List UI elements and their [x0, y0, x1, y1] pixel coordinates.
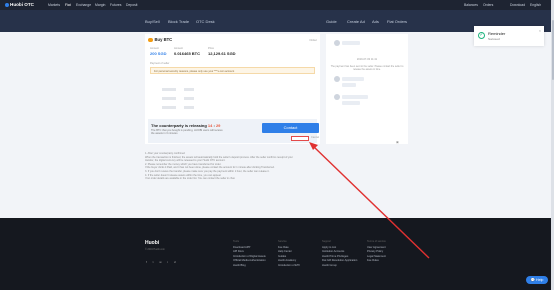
avatar	[334, 76, 340, 82]
blurred-value	[184, 88, 194, 91]
scrollbar-thumb[interactable]	[551, 20, 554, 80]
footer-logo: Huobi	[145, 240, 160, 246]
toast-message: Succeed	[488, 37, 500, 41]
subnav-otc-desk[interactable]: OTC Desk	[196, 19, 215, 24]
footer-copyright: © 2019 Huobi.com	[145, 248, 165, 251]
release-title-text: The counterparty is releasing	[151, 123, 207, 128]
footer-heading: Service	[278, 240, 287, 243]
footer-link[interactable]: Huobi Blog	[233, 264, 266, 269]
nav-margin[interactable]: Margin	[95, 3, 105, 7]
footer-col-support: Support Apply to List Institution Accoun…	[322, 240, 357, 268]
avatar	[334, 40, 340, 46]
avatar	[334, 94, 340, 100]
security-notice: For personal security reasons, please on…	[150, 67, 315, 74]
nav-deposit[interactable]: Deposit	[126, 3, 138, 7]
chat-bubble	[342, 95, 368, 99]
chat-bubble	[342, 77, 364, 81]
blurred-value	[162, 97, 176, 100]
huobi-logo[interactable]: Huobi OTC	[5, 2, 34, 7]
blurred-value	[184, 97, 194, 100]
appeal-button-highlight[interactable]	[291, 136, 309, 141]
footer-link[interactable]: Introduction of ETF	[278, 264, 300, 269]
blurred-value	[184, 106, 194, 109]
order-title: Buy BTC	[148, 37, 173, 43]
stat-total: Amount 200 SGD	[150, 47, 166, 56]
payment-row-bank	[150, 88, 194, 91]
btc-coin-icon	[148, 37, 153, 43]
footer-col-service: Service Fee Rate Help Center Guides Huob…	[278, 240, 300, 268]
sub-nav: Buy/Sell Block Trade OTC Desk Guide Crea…	[0, 10, 554, 32]
subnav-ads[interactable]: Ads	[372, 19, 379, 24]
order-title-text: Buy BTC	[154, 37, 173, 42]
footer-link[interactable]: Privacy Policy	[367, 250, 386, 255]
order-card: Buy BTC Order Amount 200 SGD Amount 0.0164…	[145, 34, 320, 144]
close-icon[interactable]: ×	[539, 29, 541, 33]
stat-value: 200 SGD	[150, 51, 167, 56]
subnav-create-ad[interactable]: Create Ad	[347, 19, 365, 24]
countdown-seconds: 29	[215, 123, 221, 128]
chat-panel: 2019-07-03 11:41 The payment has been se…	[326, 34, 408, 144]
chat-bubble	[342, 83, 356, 87]
payment-label: Payment of seller	[150, 62, 170, 65]
reminder-toast: ✓ Reminder Succeed ×	[474, 26, 544, 46]
chat-input[interactable]	[330, 140, 392, 143]
subnav-buy-sell[interactable]: Buy/Sell	[145, 19, 160, 24]
nav-fiat[interactable]: Fiat	[65, 3, 71, 7]
social-icons[interactable]: f t w i d	[146, 260, 178, 264]
stat-price: Price 12,129.61 SGD	[208, 47, 236, 56]
logo-text: Huobi OTC	[10, 2, 34, 7]
check-icon: ✓	[478, 32, 485, 39]
countdown-minutes: 14	[207, 123, 213, 128]
subnav-guide[interactable]: Guide	[326, 19, 337, 24]
footer: Huobi © 2019 Huobi.com f t w i d Tools D…	[0, 218, 554, 290]
footer-link[interactable]: Fee Rules	[367, 259, 386, 264]
nav-exchange[interactable]: Exchange	[76, 3, 91, 7]
stat-amount: Amount 0.016465 BTC	[174, 47, 200, 56]
nav-balances[interactable]: Balances	[464, 3, 478, 7]
stat-label: Price	[208, 47, 214, 50]
footer-col-tools: Tools Download APP API Docs Introduction…	[233, 240, 266, 268]
blurred-value	[162, 106, 176, 109]
payment-row-wechat	[150, 106, 194, 109]
chat-bubble	[342, 41, 360, 45]
payment-row-alipay	[150, 97, 194, 100]
chat-system-note: The payment has been sent to the seller.…	[330, 65, 404, 71]
nav-language[interactable]: English	[530, 3, 541, 7]
help-button[interactable]: 💬 Help	[526, 276, 548, 284]
order-number-label: Order	[309, 38, 317, 42]
nav-orders[interactable]: Orders	[483, 3, 493, 7]
chat-bubble	[342, 101, 360, 105]
footer-heading: Terms of service	[367, 240, 386, 243]
release-title: The counterparty is releasing 14 : 29	[151, 123, 221, 128]
footer-heading: Support	[322, 240, 332, 243]
top-nav: Huobi OTC Markets Fiat Exchange Margin F…	[0, 0, 554, 10]
footer-col-terms: Terms of service User Agreement Privacy …	[367, 240, 386, 264]
nav-markets[interactable]: Markets	[48, 3, 60, 7]
cancel-link[interactable]: Cancel	[311, 136, 319, 139]
image-upload-icon[interactable]: ▣	[396, 140, 399, 144]
stat-value: 12,129.61 SGD	[208, 51, 236, 56]
help-label: Help	[536, 278, 544, 282]
release-panel: The counterparty is releasing 14 : 29 Th…	[148, 119, 319, 143]
logo-icon	[5, 2, 9, 7]
blurred-value	[162, 88, 176, 91]
footer-link[interactable]: Huobi Group	[322, 264, 357, 269]
chat-bubble-icon: 💬	[530, 278, 536, 282]
toast-title: Reminder	[488, 31, 506, 36]
stat-value: 0.016465 BTC	[174, 51, 201, 56]
footer-heading: Tools	[233, 240, 240, 243]
nav-futures[interactable]: Futures	[110, 3, 122, 7]
subnav-fiat-orders[interactable]: Fiat Orders	[387, 19, 407, 24]
faq-notes: 1. After your counterparty confirmed Whe…	[145, 152, 320, 181]
contact-button[interactable]: Contact	[262, 123, 319, 133]
subnav-block-trade[interactable]: Block Trade	[168, 19, 189, 24]
order-number: Order	[309, 38, 317, 42]
stat-label: Amount	[174, 47, 183, 50]
faq-line: Your order details are available in the …	[145, 177, 236, 181]
release-description: The BTC that you bought is pending, HUOB…	[151, 129, 223, 136]
chat-date: 2019-07-03 11:41	[356, 58, 378, 61]
nav-download[interactable]: Download	[510, 3, 525, 7]
stat-label: Amount	[150, 47, 159, 50]
